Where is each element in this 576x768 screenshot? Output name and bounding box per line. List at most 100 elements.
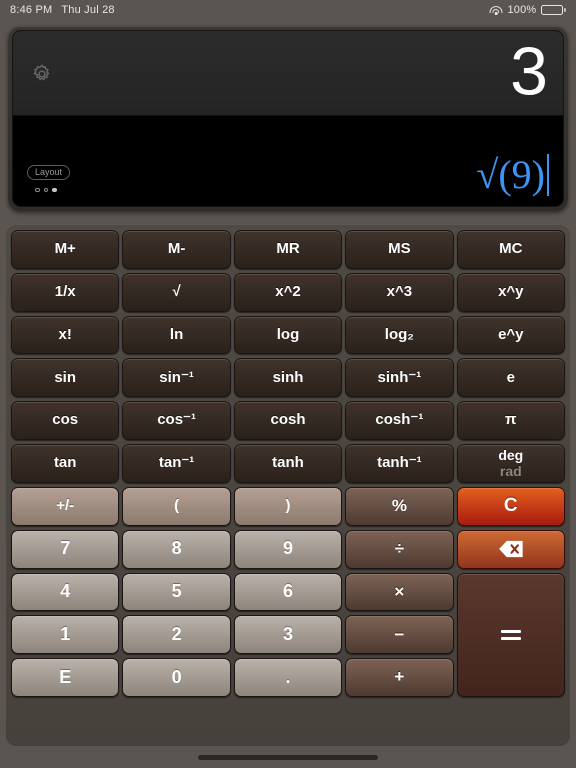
key-subtract[interactable]: − (345, 615, 454, 655)
calculator-display-shell: 3 Layout √ (9) (8, 26, 568, 211)
page-dot-2[interactable] (43, 187, 48, 192)
key-3-label: 3 (282, 624, 293, 644)
battery-icon (541, 4, 566, 16)
result-value: 3 (510, 33, 548, 110)
backspace-icon (498, 541, 523, 558)
key-9[interactable]: 9 (233, 529, 343, 569)
status-bar: 8:46 PM Thu Jul 28 100% (0, 0, 576, 20)
key-2[interactable]: 2 (122, 615, 231, 655)
key-cube[interactable]: x^3 (345, 272, 454, 312)
key-reciprocal[interactable]: 1/x (11, 272, 120, 312)
key-2-label: 2 (171, 624, 182, 644)
key-multiply[interactable]: × (345, 572, 454, 612)
key-log[interactable]: log (233, 315, 343, 355)
wifi-icon (489, 5, 503, 15)
key-sinh[interactable]: sinh (233, 358, 343, 398)
expression-pane[interactable]: Layout √ (9) (13, 116, 563, 206)
home-indicator[interactable] (198, 755, 378, 760)
key-1-label: 1 (60, 624, 71, 644)
key-7[interactable]: 7 (11, 529, 120, 569)
key-constant-pi[interactable]: π (456, 401, 565, 441)
expression-argument: (9) (498, 152, 545, 197)
key-log-label: log (276, 325, 300, 343)
key-4[interactable]: 4 (11, 572, 120, 612)
key-memory-subtract[interactable]: M- (122, 230, 231, 269)
key-tanh-label: tanh (272, 454, 304, 472)
key-add[interactable]: + (345, 658, 454, 698)
layout-chip[interactable]: Layout (27, 165, 71, 180)
key-power[interactable]: x^y (456, 272, 565, 312)
expression-text: √ (9) (476, 154, 549, 196)
page-dot-1[interactable] (35, 187, 40, 192)
key-tan[interactable]: tan (11, 444, 120, 483)
key-8-label: 8 (171, 538, 182, 559)
key-subtract-label: − (394, 624, 405, 644)
key-clear[interactable]: C (456, 486, 565, 526)
text-cursor (547, 154, 549, 196)
key-atan[interactable]: tan⁻¹ (122, 444, 231, 483)
key-4-label: 4 (60, 581, 71, 602)
key-natural-log[interactable]: ln (122, 315, 231, 355)
key-exp[interactable]: e^y (456, 315, 565, 355)
key-factorial-label: x! (58, 325, 72, 343)
key-exponent-e-label: E (59, 666, 72, 687)
key-square-root[interactable]: √ (122, 272, 231, 312)
key-atan-label: tan⁻¹ (158, 454, 195, 472)
key-divide[interactable]: ÷ (345, 529, 454, 569)
key-asin-label: sin⁻¹ (159, 368, 194, 386)
key-cos[interactable]: cos (11, 401, 120, 441)
key-backspace[interactable] (456, 529, 565, 569)
gear-icon[interactable] (31, 63, 53, 85)
key-1[interactable]: 1 (11, 615, 120, 655)
key-6-label: 6 (282, 581, 293, 602)
key-asinh[interactable]: sinh⁻¹ (345, 358, 454, 398)
key-acos[interactable]: cos⁻¹ (122, 401, 231, 441)
key-5-label: 5 (171, 581, 182, 602)
key-sinh-label: sinh (272, 368, 304, 386)
key-cosh[interactable]: cosh (233, 401, 343, 441)
expression-root-symbol: √ (476, 152, 499, 197)
key-tanh[interactable]: tanh (233, 444, 343, 483)
key-8[interactable]: 8 (122, 529, 231, 569)
status-date: Thu Jul 28 (61, 4, 115, 16)
key-memory-recall[interactable]: MR (233, 230, 343, 269)
key-constant-e[interactable]: e (456, 358, 565, 398)
key-3[interactable]: 3 (233, 615, 343, 655)
key-constant-pi-label: π (505, 411, 517, 429)
key-sin[interactable]: sin (11, 358, 120, 398)
key-memory-subtract-label: M- (167, 240, 186, 258)
key-close-paren-label: ) (285, 497, 291, 515)
key-memory-add[interactable]: M+ (11, 230, 120, 269)
key-asin[interactable]: sin⁻¹ (122, 358, 231, 398)
key-open-paren[interactable]: ( (122, 486, 231, 526)
key-natural-log-label: ln (169, 325, 184, 343)
key-square[interactable]: x^2 (233, 272, 343, 312)
key-sign-toggle[interactable]: +/- (11, 486, 120, 526)
key-memory-clear[interactable]: MC (456, 230, 565, 269)
key-percent[interactable]: % (345, 486, 454, 526)
key-equals[interactable] (456, 572, 565, 698)
key-decimal-point[interactable]: . (233, 658, 343, 698)
key-add-label: + (394, 667, 405, 687)
key-close-paren[interactable]: ) (233, 486, 343, 526)
key-power-label: x^y (498, 282, 524, 300)
key-factorial[interactable]: x! (11, 315, 120, 355)
key-cube-label: x^3 (386, 282, 413, 300)
layout-page-dots[interactable] (35, 187, 57, 192)
key-atanh-label: tanh⁻¹ (377, 454, 422, 472)
key-multiply-label: × (394, 581, 405, 601)
key-exponent-e[interactable]: E (11, 658, 120, 698)
key-5[interactable]: 5 (122, 572, 231, 612)
key-6[interactable]: 6 (233, 572, 343, 612)
key-memory-store[interactable]: MS (345, 230, 454, 269)
key-open-paren-label: ( (174, 497, 180, 515)
key-sin-label: sin (54, 368, 77, 386)
angle-mode-active: deg (498, 446, 524, 463)
key-log2[interactable]: log₂ (345, 315, 454, 355)
key-angle-mode[interactable]: deg rad (456, 444, 565, 483)
key-0[interactable]: 0 (122, 658, 231, 698)
key-acosh[interactable]: cosh⁻¹ (345, 401, 454, 441)
key-memory-store-label: MS (388, 240, 411, 258)
key-atanh[interactable]: tanh⁻¹ (345, 444, 454, 483)
page-dot-3[interactable] (52, 187, 57, 192)
